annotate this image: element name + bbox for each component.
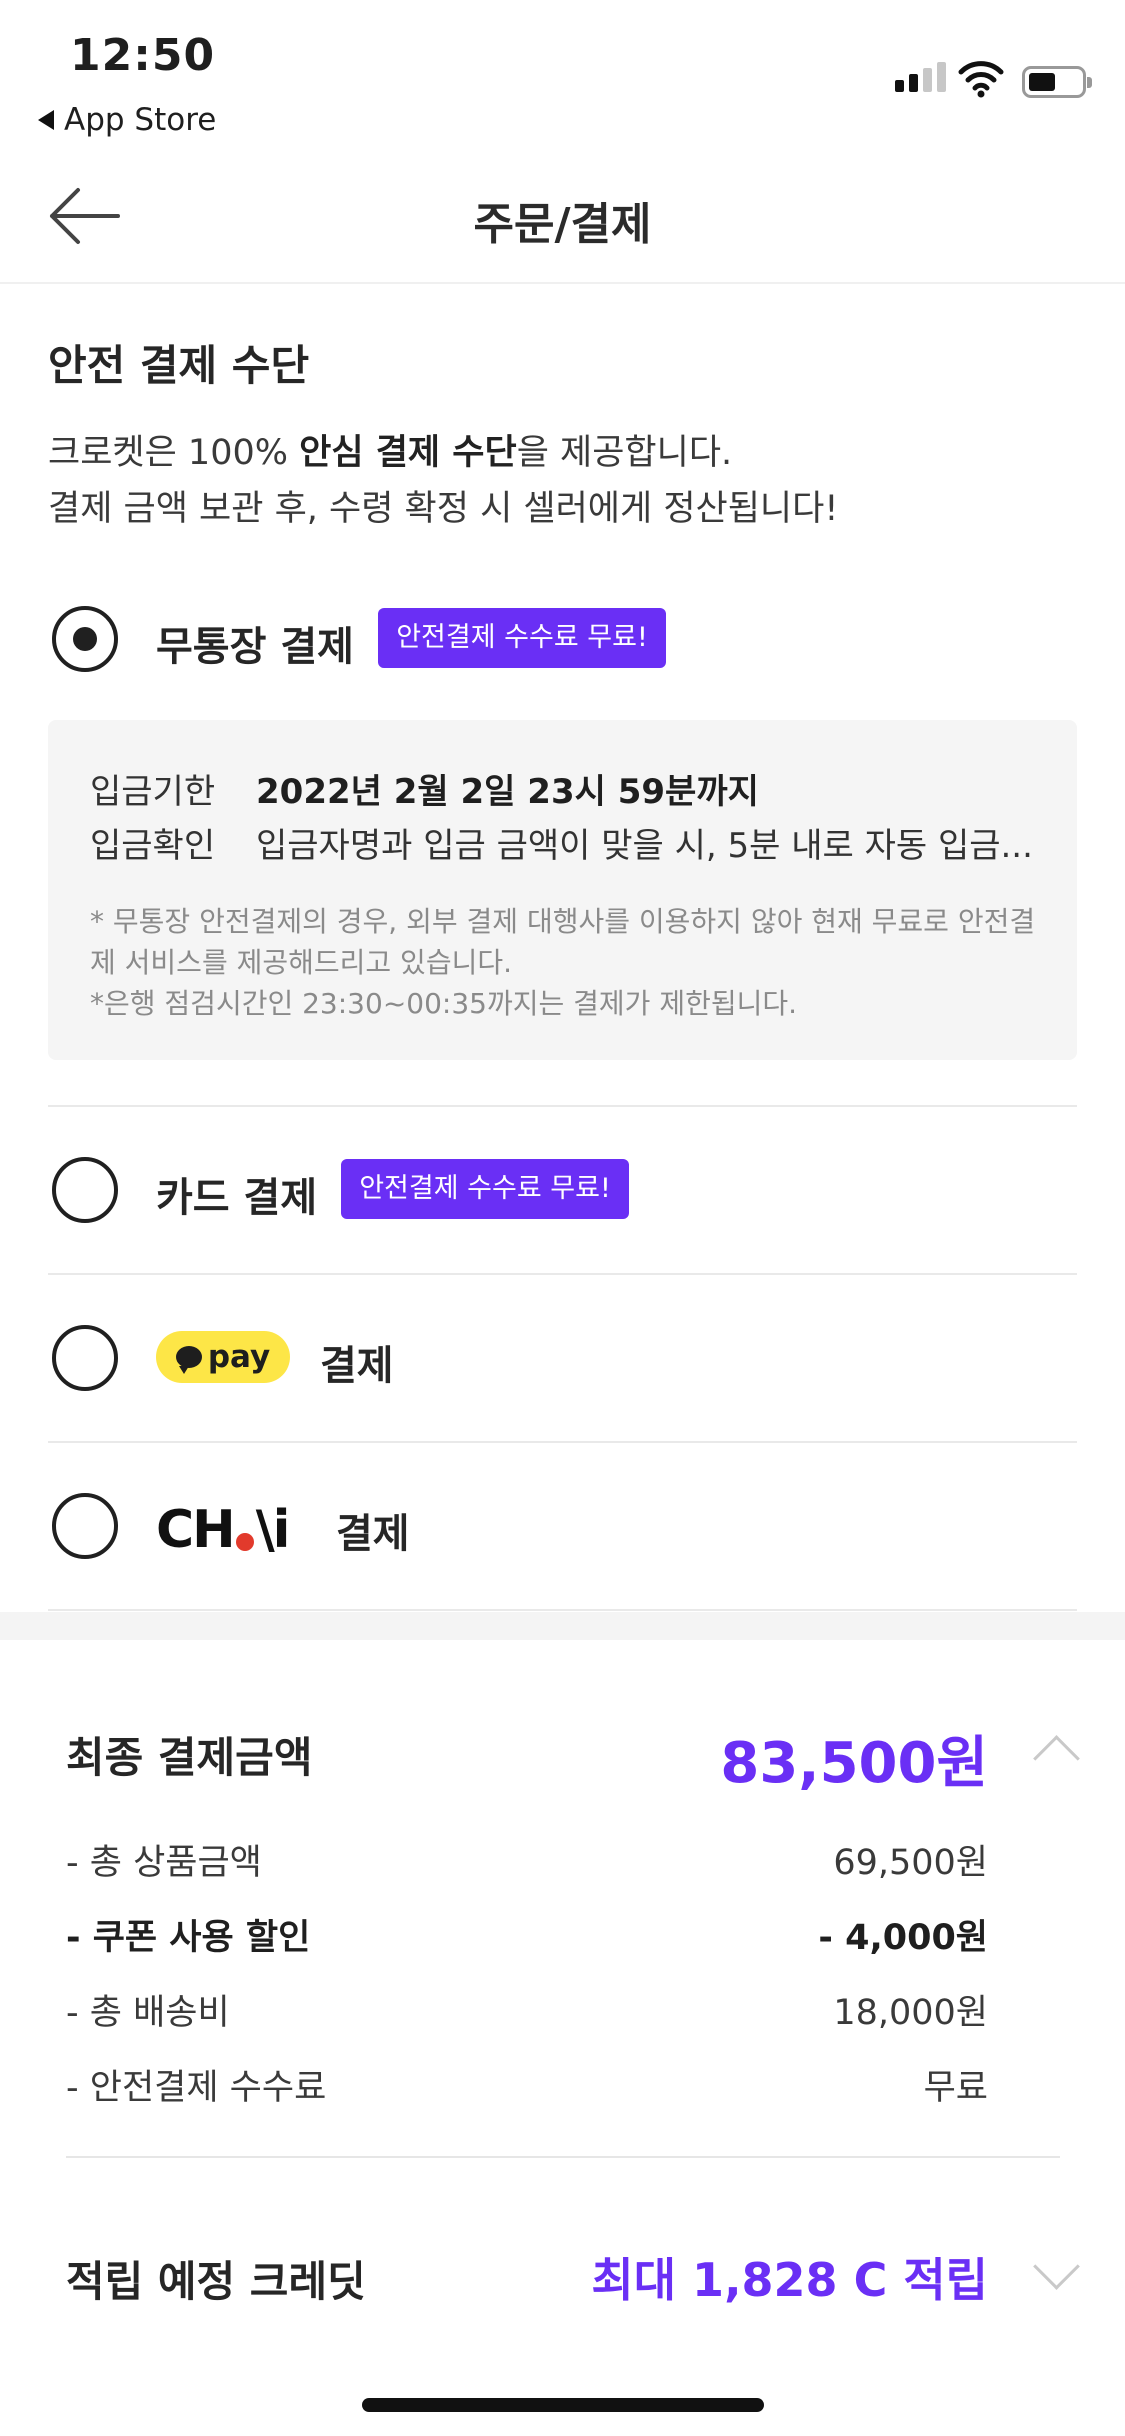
collapse-chevron-up-icon[interactable]	[1033, 1735, 1080, 1782]
section-description-line1: 크로켓은 100% 안심 결제 수단을 제공합니다.	[48, 433, 733, 473]
divider	[48, 1441, 1077, 1443]
bank-note-line3: *은행 점검시간인 23:30~00:35까지는 결제가 제한됩니다.	[90, 987, 798, 1020]
summary-row-label: - 총 상품금액	[66, 1843, 262, 1883]
radio-chai[interactable]	[52, 1493, 118, 1559]
option-label-kakaopay[interactable]: 결제	[320, 1333, 394, 1391]
option-label-chai[interactable]: 결제	[336, 1501, 410, 1559]
option-label-bank-transfer[interactable]: 무통장 결제	[156, 614, 354, 672]
deadline-value: 2022년 2월 2일 23시 59분까지	[256, 772, 759, 812]
status-time: 12:50	[70, 30, 216, 81]
divider	[48, 1105, 1077, 1107]
radio-card[interactable]	[52, 1157, 118, 1223]
summary-row-label: - 총 배송비	[66, 1993, 230, 2033]
page-title: 주문/결제	[473, 199, 652, 250]
header-divider	[0, 282, 1125, 284]
radio-bank-transfer[interactable]	[52, 606, 118, 672]
confirm-value: 입금자명과 입금 금액이 맞을 시, 5분 내로 자동 입금...	[256, 826, 1033, 866]
badge-free-fee-card: 안전결제 수수료 무료!	[341, 1159, 629, 1219]
summary-row-value: - 4,000원	[818, 1918, 988, 1958]
divider	[48, 1273, 1077, 1275]
chat-bubble-icon	[175, 1346, 202, 1374]
divider	[48, 1609, 1077, 1611]
battery-icon	[1022, 66, 1092, 98]
cellular-signal-icon	[895, 62, 946, 92]
bank-note-line1: * 무통장 안전결제의 경우, 외부 결제 대행사를 이용하지 않아 현재 무료…	[90, 905, 1036, 938]
total-amount: 83,500원	[720, 1731, 988, 1796]
summary-row-label: - 안전결제 수수료	[66, 2068, 327, 2108]
expand-chevron-down-icon[interactable]	[1033, 2243, 1080, 2290]
summary-row-value: 무료	[923, 2068, 988, 2108]
badge-free-fee-bank: 안전결제 수수료 무료!	[378, 608, 666, 668]
wifi-icon	[958, 61, 1004, 98]
credit-label: 적립 예정 크레딧	[66, 2257, 366, 2306]
total-label: 최종 결제금액	[66, 1733, 313, 1782]
credit-value: 최대 1,828 C 적립	[591, 2253, 988, 2307]
back-to-app-store[interactable]: App Store	[38, 102, 216, 138]
option-label-card[interactable]: 카드 결제	[156, 1165, 317, 1223]
radio-kakaopay[interactable]	[52, 1325, 118, 1391]
summary-row-value: 18,000원	[833, 1993, 988, 2033]
deadline-key: 입금기한	[90, 772, 216, 812]
summary-row-value: 69,500원	[833, 1843, 988, 1883]
chai-logo: CH \i	[156, 1500, 291, 1560]
back-triangle-icon	[38, 110, 54, 130]
section-title: 안전 결제 수단	[48, 341, 310, 390]
section-description-line2: 결제 금액 보관 후, 수령 확정 시 셀러에게 정산됩니다!	[48, 489, 839, 529]
kakaopay-logo: pay	[156, 1331, 290, 1383]
summary-row-label: - 쿠폰 사용 할인	[66, 1918, 311, 1958]
back-app-label: App Store	[64, 102, 217, 138]
section-gap	[0, 1612, 1125, 1640]
home-indicator[interactable]	[362, 2398, 764, 2412]
summary-divider	[66, 2156, 1060, 2158]
confirm-key: 입금확인	[90, 826, 216, 866]
bank-note-line2: 제 서비스를 제공해드리고 있습니다.	[90, 946, 513, 979]
